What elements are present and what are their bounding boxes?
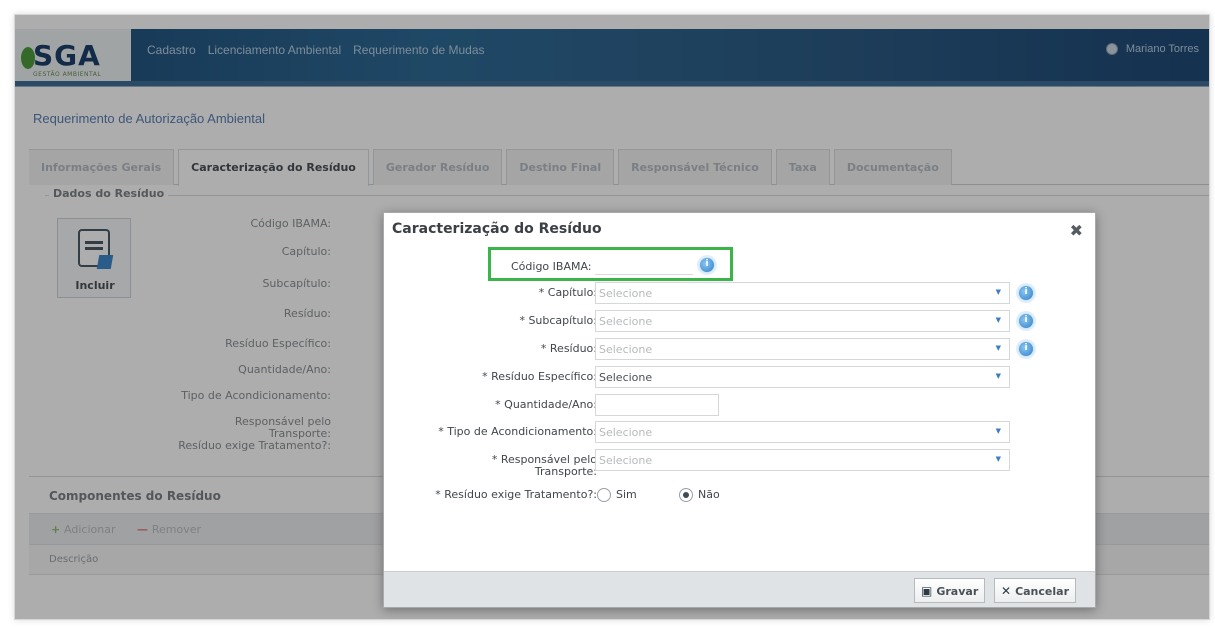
info-icon[interactable] [1018,313,1034,329]
info-icon[interactable] [1018,285,1034,301]
row-capitulo: * Capítulo: Selecione [384,282,1097,304]
subcapitulo-label: * Subcapítulo: [519,314,597,327]
dialog-footer: ▣ Gravar ✕ Cancelar [384,571,1095,607]
row-tratamento: * Resíduo exige Tratamento?: Sim Não [384,484,1097,506]
x-icon: ✕ [1001,584,1012,598]
close-icon[interactable]: ✖ [1070,221,1083,240]
row-responsavel: * Responsável pelo Transporte: Selecione [384,449,1097,479]
ibama-highlight: Código IBAMA: [488,247,733,281]
capitulo-select[interactable]: Selecione [595,282,1010,304]
radio-sim-label: Sim [616,488,637,501]
quantidade-input[interactable] [595,394,719,416]
residuo-select[interactable]: Selecione [595,338,1010,360]
cancel-label: Cancelar [1015,585,1069,598]
ibama-input[interactable] [595,255,693,275]
residuo-especifico-label: * Resíduo Específico: [482,370,597,383]
save-button[interactable]: ▣ Gravar [914,578,986,603]
cancel-button[interactable]: ✕ Cancelar [994,578,1076,603]
radio-nao[interactable] [679,488,693,502]
radio-sim[interactable] [597,488,611,502]
quantidade-label: * Quantidade/Ano: [495,398,597,411]
residuo-label: * Resíduo: [540,342,597,355]
dialog-title: Caracterização do Resíduo [392,221,602,237]
row-quantidade: * Quantidade/Ano: [384,394,1097,416]
row-residuo-especifico: * Resíduo Específico: Selecione [384,366,1097,388]
info-icon[interactable] [1018,341,1034,357]
subcapitulo-select[interactable]: Selecione [595,310,1010,332]
row-residuo: * Resíduo: Selecione [384,338,1097,360]
app-window: SGA GESTÃO AMBIENTAL Cadastro Licenciame… [14,14,1210,620]
info-icon[interactable] [699,257,715,273]
row-acondicionamento: * Tipo de Acondicionamento: Selecione [384,421,1097,443]
responsavel-label-2: Transporte: [534,465,597,478]
residuo-especifico-select[interactable]: Selecione [595,366,1010,388]
capitulo-label: * Capítulo: [538,286,597,299]
floppy-icon: ▣ [921,584,933,598]
responsavel-select[interactable]: Selecione [595,449,1010,471]
acondicionamento-select[interactable]: Selecione [595,421,1010,443]
radio-nao-label: Não [698,488,720,501]
caracterizacao-dialog: Caracterização do Resíduo ✖ Código IBAMA… [383,212,1096,608]
ibama-label: Código IBAMA: [511,260,592,273]
row-subcapitulo: * Subcapítulo: Selecione [384,310,1097,332]
acondicionamento-label: * Tipo de Acondicionamento: [438,425,597,438]
tratamento-label: * Resíduo exige Tratamento?: [435,488,597,501]
save-label: Gravar [936,585,979,598]
